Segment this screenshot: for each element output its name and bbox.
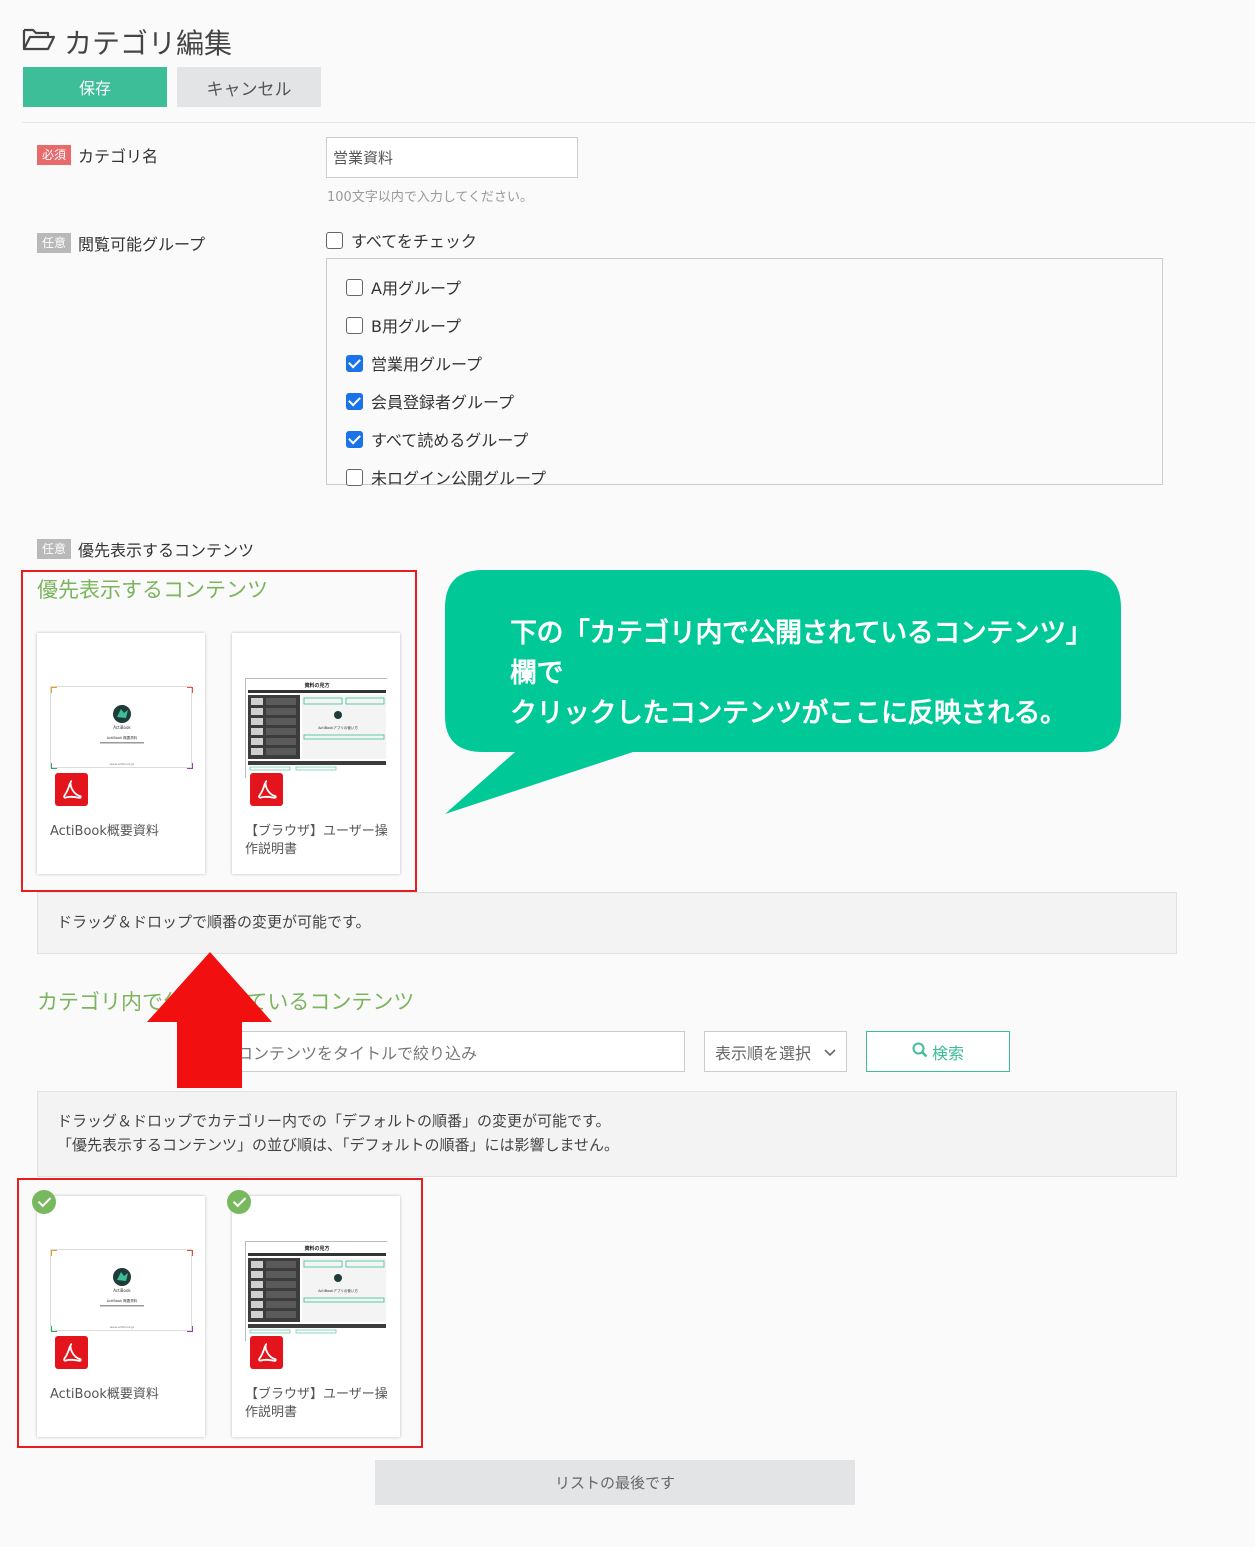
svg-text:www.actibook.jp: www.actibook.jp [110, 1325, 135, 1329]
page-title-text: カテゴリ編集 [64, 27, 233, 60]
priority-notice: ドラッグ＆ドロップで順番の変更が可能です。 [37, 892, 1177, 954]
folder-open-icon [22, 26, 56, 59]
svg-text:www.actibook.jp: www.actibook.jp [110, 762, 135, 766]
group-label: A用グループ [371, 279, 461, 298]
svg-text:ActiBookアプリの使い方: ActiBookアプリの使い方 [318, 1288, 358, 1293]
content-card-title: 【ブラウザ】ユーザー操作説明書 [245, 824, 388, 857]
group-list: A用グループ B用グループ営業用グループ会員登録者グループ すべて読めるグループ 未ロ… [346, 275, 546, 489]
svg-text:資料の見方: 資料の見方 [304, 1245, 329, 1252]
category-name-label-text: カテゴリ名 [78, 147, 159, 166]
end-of-list-button[interactable]: リストの最後です [375, 1460, 855, 1505]
content-thumbnail: ActiBook ActiBook 概要資料 www.actibook.jp [50, 1249, 194, 1333]
header-divider [22, 122, 1255, 123]
check-all-label: すべてをチェック [351, 232, 477, 251]
group-label: B用グループ [371, 317, 462, 336]
callout-bubble: 下の「カテゴリ内で公開されているコンテンツ」欄で クリックしたコンテンツがここに… [443, 568, 1123, 818]
group-item[interactable]: 未ログイン公開グループ [346, 465, 546, 489]
selected-check-icon [32, 1190, 56, 1214]
group-checkbox[interactable] [346, 468, 363, 486]
priority-label: 任意 優先表示するコンテンツ [37, 537, 254, 561]
group-checkbox[interactable] [346, 430, 363, 448]
callout-line-2: クリックしたコンテンツがここに反映される。 [510, 698, 1067, 729]
svg-text:資料の見方: 資料の見方 [304, 682, 329, 689]
group-label: 会員登録者グループ [371, 393, 515, 412]
callout-line-1: 下の「カテゴリ内で公開されているコンテンツ」欄で [510, 618, 1093, 689]
category-name-label: 必須 カテゴリ名 [37, 143, 158, 167]
sort-select-value: 表示順を選択 [715, 1043, 812, 1063]
sort-select[interactable]: 表示順を選択 [704, 1031, 847, 1072]
search-button-label: 検索 [931, 1043, 964, 1063]
published-notice-line-1: ドラッグ＆ドロップでカテゴリー内での「デフォルトの順番」の変更が可能です。 [57, 1112, 611, 1130]
group-label: 営業用グループ [371, 355, 483, 374]
priority-notice-text: ドラッグ＆ドロップで順番の変更が可能です。 [57, 913, 371, 931]
pdf-icon [55, 773, 88, 806]
group-item[interactable]: 会員登録者グループ [346, 389, 546, 413]
priority-label-text: 優先表示するコンテンツ [78, 541, 255, 560]
pdf-icon [250, 773, 283, 806]
pdf-icon [250, 1336, 283, 1369]
selected-check-icon [227, 1190, 251, 1214]
category-name-input[interactable]: 営業資料 [326, 137, 578, 178]
group-item[interactable]: すべて読めるグループ [346, 427, 546, 451]
search-button[interactable]: 検索 [866, 1031, 1010, 1072]
group-item[interactable]: A用グループ [346, 275, 546, 299]
category-name-hint: 100文字以内で入力してください。 [327, 190, 534, 205]
content-card-title: ActiBook概要資料 [50, 1387, 159, 1402]
svg-text:ActiBook: ActiBook [113, 725, 131, 730]
published-notice-line-2: 「優先表示するコンテンツ」の並び順は、「デフォルトの順番」には影響しません。 [57, 1136, 620, 1154]
group-checkbox[interactable] [346, 392, 363, 410]
required-badge: 必須 [37, 145, 72, 165]
content-card[interactable]: ActiBook ActiBook 概要資料 www.actibook.jp Acti… [37, 1196, 205, 1437]
up-arrow-annotation [145, 950, 275, 1090]
content-card[interactable]: 資料の見方 ActiBookアプリの使い方【ブラウザ】ユーザー操作説明書 [232, 1196, 400, 1437]
group-list-box: A用グループ B用グループ営業用グループ会員登録者グループ すべて読めるグループ 未ロ… [326, 258, 1163, 488]
group-checkbox[interactable] [346, 316, 363, 334]
content-thumbnail: 資料の見方 ActiBookアプリの使い方 [245, 1241, 388, 1342]
group-item[interactable]: B用グループ [346, 313, 546, 337]
optional-badge: 任意 [37, 539, 72, 559]
svg-text:ActiBook: ActiBook [113, 1288, 131, 1293]
group-label: すべて読めるグループ [371, 431, 529, 450]
content-thumbnail: 資料の見方 ActiBookアプリの使い方 [245, 678, 388, 779]
check-all-checkbox[interactable] [326, 231, 343, 249]
check-all-row[interactable]: すべてをチェック [326, 228, 477, 252]
groups-label-text: 閲覧可能グループ [78, 235, 206, 254]
content-card-title: ActiBook概要資料 [50, 824, 159, 839]
group-checkbox[interactable] [346, 278, 363, 296]
save-button[interactable]: 保存 [23, 67, 167, 107]
optional-badge: 任意 [37, 233, 72, 253]
group-checkbox[interactable] [346, 354, 363, 372]
group-label: 未ログイン公開グループ [371, 469, 547, 488]
content-card[interactable]: 資料の見方 ActiBookアプリの使い方【ブラウザ】ユーザー操作説明書 [232, 633, 400, 874]
content-thumbnail: ActiBook ActiBook 概要資料 www.actibook.jp [50, 686, 194, 770]
content-card-title: 【ブラウザ】ユーザー操作説明書 [245, 1387, 388, 1420]
priority-heading: 優先表示するコンテンツ [37, 578, 268, 602]
search-icon [912, 1042, 928, 1062]
svg-text:ActiBook 概要資料: ActiBook 概要資料 [107, 1298, 138, 1303]
content-card[interactable]: ActiBook ActiBook 概要資料 www.actibook.jp Acti… [37, 633, 205, 874]
svg-text:ActiBookアプリの使い方: ActiBookアプリの使い方 [318, 725, 358, 730]
pdf-icon [55, 1336, 88, 1369]
callout-text: 下の「カテゴリ内で公開されているコンテンツ」欄で クリックしたコンテンツがここに… [510, 614, 1110, 734]
cancel-button[interactable]: キャンセル [177, 67, 321, 107]
chevron-down-icon [824, 1042, 836, 1061]
groups-label: 任意 閲覧可能グループ [37, 231, 205, 255]
group-item[interactable]: 営業用グループ [346, 351, 546, 375]
published-notice: ドラッグ＆ドロップでカテゴリー内での「デフォルトの順番」の変更が可能です。 「優… [37, 1091, 1177, 1177]
svg-text:ActiBook 概要資料: ActiBook 概要資料 [107, 735, 138, 740]
page-title: カテゴリ編集 [22, 22, 232, 62]
